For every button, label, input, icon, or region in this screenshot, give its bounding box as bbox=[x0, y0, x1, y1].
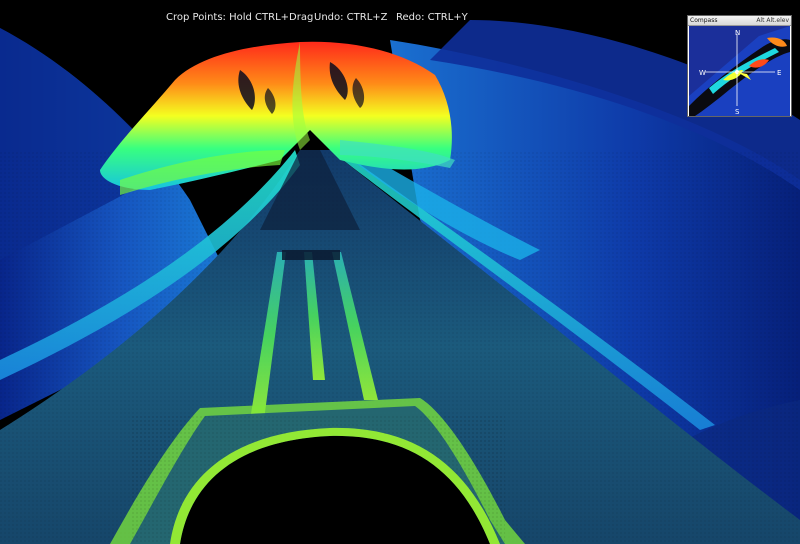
compass-west-label: W bbox=[699, 69, 706, 77]
point-cloud-viewport[interactable]: Crop Points: Hold CTRL+Drag Undo: CTRL+Z… bbox=[0, 0, 800, 544]
undo-hint: Undo: CTRL+Z bbox=[314, 12, 388, 23]
compass-title-bar[interactable]: Compass Alt Alt.elev bbox=[688, 16, 791, 26]
compass-minimap[interactable]: N S E W bbox=[689, 26, 790, 116]
crop-points-hint: Crop Points: Hold CTRL+Drag bbox=[166, 12, 314, 23]
redo-hint: Redo: CTRL+Y bbox=[396, 12, 468, 23]
compass-south-label: S bbox=[735, 108, 740, 116]
compass-east-label: E bbox=[777, 69, 781, 77]
compass-view-tabs[interactable]: Alt Alt.elev bbox=[756, 16, 789, 25]
compass-panel[interactable]: Compass Alt Alt.elev N S E W bbox=[687, 15, 792, 117]
bathymetry-point-cloud[interactable] bbox=[0, 0, 800, 544]
compass-north-label: N bbox=[735, 29, 740, 37]
compass-title: Compass bbox=[690, 17, 718, 24]
keyboard-hint-bar: Crop Points: Hold CTRL+Drag Undo: CTRL+Z… bbox=[0, 12, 640, 28]
